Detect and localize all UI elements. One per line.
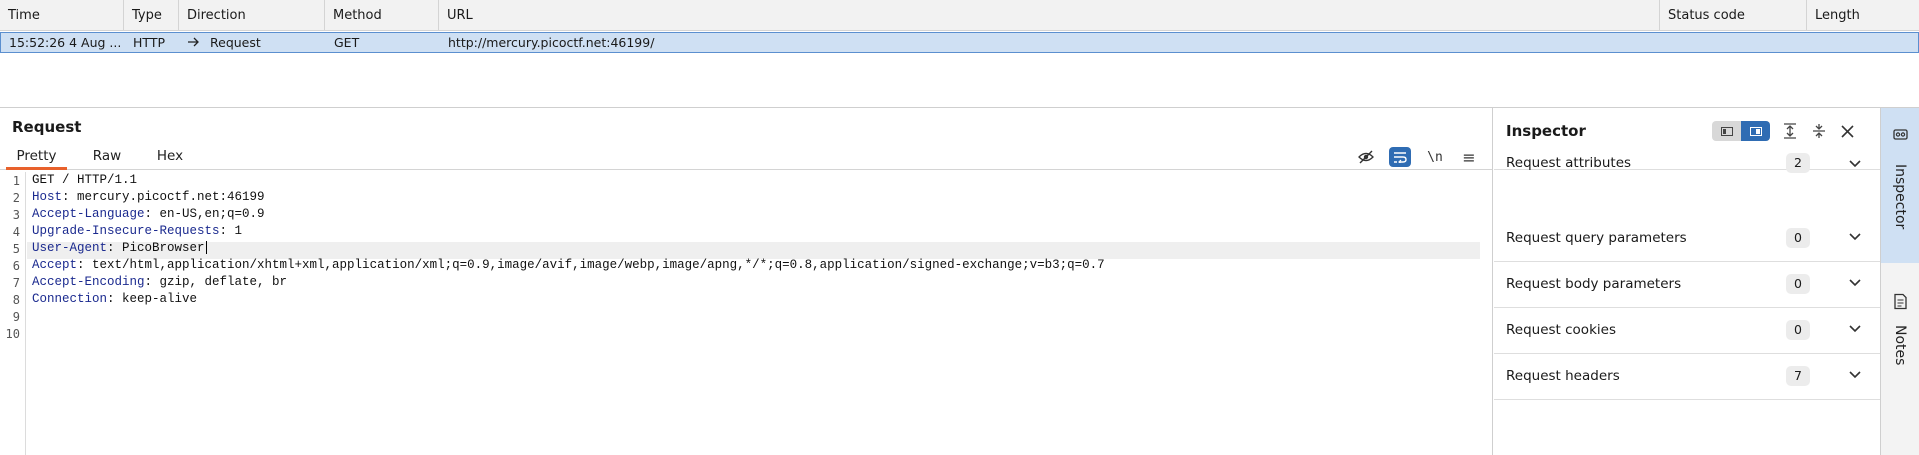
cell-length: [1808, 33, 1918, 52]
line-number: 2: [12, 191, 20, 205]
section-label: Request query parameters: [1506, 230, 1687, 246]
line-number: 8: [12, 293, 20, 307]
header-line: Accept: text/html,application/xhtml+xml,…: [32, 257, 1105, 274]
column-header-length[interactable]: Length: [1807, 0, 1919, 31]
line-number: 3: [12, 208, 20, 222]
chevron-down-icon: [1849, 371, 1861, 379]
request-line: GET / HTTP/1.1: [32, 172, 137, 189]
text-caret: [205, 241, 207, 255]
count-badge: 0: [1786, 228, 1810, 248]
column-header-direction[interactable]: Direction: [179, 0, 325, 31]
notes-icon: [1894, 293, 1907, 310]
line-number: 9: [12, 310, 20, 324]
count-badge: 0: [1786, 274, 1810, 294]
chevron-down-icon: [1849, 279, 1861, 287]
line-number-gutter: 1 2 3 4 5 6 7 8 9 10: [0, 172, 26, 455]
hide-eye-icon[interactable]: [1355, 146, 1377, 168]
line-number: 5: [12, 242, 20, 256]
arrow-right-icon: [188, 33, 210, 52]
header-value: : en-US,en;q=0.9: [144, 207, 265, 221]
section-request-cookies[interactable]: Request cookies 0: [1494, 308, 1880, 354]
count-badge: 0: [1786, 320, 1810, 340]
section-request-query-parameters[interactable]: Request query parameters 0: [1494, 216, 1880, 262]
header-key: Host: [32, 190, 63, 204]
table-row[interactable]: 15:52:26 4 Aug ... HTTP Request GET http…: [0, 32, 1919, 53]
header-key: User-Agent: [32, 241, 108, 255]
cell-time: 15:52:26 4 Aug ...: [9, 35, 122, 50]
count-badge: 2: [1786, 153, 1810, 173]
history-header: Time Type Direction Method URL Status co…: [0, 0, 1919, 31]
chevron-down-icon: [1849, 160, 1861, 168]
cell-url: http://mercury.picoctf.net:46199/: [448, 35, 655, 50]
header-value: : keep-alive: [107, 292, 198, 306]
header-value: : PicoBrowser: [107, 241, 205, 255]
section-label: Request attributes: [1506, 155, 1632, 171]
request-line-text: GET / HTTP/1.1: [32, 173, 138, 187]
line-number: 1: [12, 174, 20, 188]
column-header-status-code[interactable]: Status code: [1660, 0, 1807, 31]
tab-raw[interactable]: Raw: [86, 145, 128, 170]
line-number: 10: [5, 327, 20, 341]
section-request-headers[interactable]: Request headers 7: [1494, 354, 1880, 400]
header-key: Accept-Encoding: [32, 275, 145, 289]
column-header-method[interactable]: Method: [325, 0, 439, 31]
cell-method: GET: [334, 35, 360, 50]
section-request-body-parameters[interactable]: Request body parameters 0: [1494, 262, 1880, 308]
tab-pretty[interactable]: Pretty: [6, 145, 67, 170]
header-line: Upgrade-Insecure-Requests: 1: [32, 223, 242, 240]
header-key: Accept: [32, 258, 78, 272]
message-editor[interactable]: 1 2 3 4 5 6 7 8 9 10 GET / HTTP/1.1 Host…: [0, 172, 1492, 455]
wrap-lines-icon[interactable]: [1389, 147, 1411, 167]
header-key: Accept-Language: [32, 207, 145, 221]
header-value: : mercury.picoctf.net:46199: [62, 190, 265, 204]
side-rail: Inspector Notes: [1880, 108, 1919, 455]
rail-label-inspector: Inspector: [1892, 164, 1908, 230]
column-header-time[interactable]: Time: [0, 0, 124, 31]
column-header-type[interactable]: Type: [124, 0, 179, 31]
column-header-url[interactable]: URL: [439, 0, 1660, 31]
cell-type: HTTP: [133, 35, 165, 50]
section-label: Request headers: [1506, 368, 1620, 384]
section-request-attributes[interactable]: Request attributes 2: [1494, 124, 1880, 173]
header-value: : text/html,application/xhtml+xml,applic…: [77, 258, 1105, 272]
panel-title: Request: [12, 118, 82, 136]
menu-icon[interactable]: ≡: [1458, 146, 1480, 168]
line-number: 4: [12, 225, 20, 239]
line-number: 7: [12, 276, 20, 290]
header-line: User-Agent: PicoBrowser: [32, 240, 207, 257]
header-key: Upgrade-Insecure-Requests: [32, 224, 220, 238]
header-key: Connection: [32, 292, 108, 306]
header-line: Host: mercury.picoctf.net:46199: [32, 189, 265, 206]
section-label: Request body parameters: [1506, 276, 1682, 292]
header-line: Accept-Language: en-US,en;q=0.9: [32, 206, 265, 223]
header-line: Connection: keep-alive: [32, 291, 197, 308]
rail-tab-inspector[interactable]: Inspector: [1881, 108, 1919, 263]
count-badge: 7: [1786, 366, 1810, 386]
tab-hex[interactable]: Hex: [150, 145, 190, 170]
line-number: 6: [12, 259, 20, 273]
inspector-panel: Inspector Request attributes 2 Request q…: [1494, 108, 1880, 455]
request-panel: Request Pretty Raw Hex \n ≡ 1 2 3 4 5 6 …: [0, 108, 1493, 455]
rail-tab-notes[interactable]: Notes: [1881, 273, 1919, 393]
history-table: Time Type Direction Method URL Status co…: [0, 0, 1919, 108]
cell-status-code: [1661, 33, 1808, 52]
inspector-icon: [1893, 129, 1908, 140]
newline-icon[interactable]: \n: [1424, 146, 1446, 168]
cell-direction: Request: [180, 33, 326, 52]
header-line: Accept-Encoding: gzip, deflate, br: [32, 274, 287, 291]
header-value: : gzip, deflate, br: [144, 275, 288, 289]
chevron-down-icon: [1849, 233, 1861, 241]
header-value: : 1: [219, 224, 243, 238]
request-tabs: Pretty Raw Hex: [0, 145, 1492, 170]
cell-direction-label: Request: [210, 35, 261, 50]
rail-label-notes: Notes: [1892, 325, 1908, 366]
section-label: Request cookies: [1506, 322, 1616, 338]
chevron-down-icon: [1849, 325, 1861, 333]
